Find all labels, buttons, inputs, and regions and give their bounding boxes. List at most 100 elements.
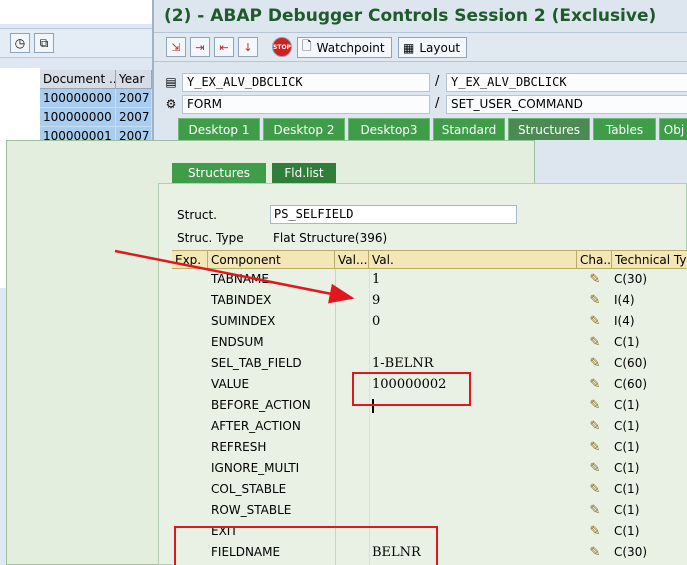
pencil-icon[interactable]: ✎ (587, 461, 603, 477)
technical-type: C(60) (614, 356, 648, 370)
component-name: IGNORE_MULTI (211, 461, 300, 475)
component-name: TABINDEX (211, 293, 272, 307)
document-cell[interactable]: 100000000 (40, 89, 116, 108)
document-icon: 🗋 (302, 39, 312, 53)
alv-grid-header: Document ... Year (40, 70, 152, 89)
include-field[interactable]: Y_EX_ALV_DBCLICK (446, 73, 687, 92)
component-name: VALUE (211, 377, 250, 391)
column-header-year[interactable]: Year (116, 70, 152, 88)
stop-icon[interactable]: STOP (272, 37, 292, 57)
column-header-document[interactable]: Document ... (40, 70, 116, 88)
table-row[interactable]: IGNORE_MULTI ✎ C(1) (172, 458, 687, 479)
table-row[interactable]: REFRESH ✎ C(1) (172, 437, 687, 458)
column-header-change[interactable]: Cha... (577, 251, 612, 269)
clock-icon[interactable]: ◷ (10, 33, 30, 53)
pencil-icon[interactable]: ✎ (587, 356, 603, 372)
window-title: (2) - ABAP Debugger Controls Session 2 (… (164, 6, 657, 26)
fieldname-highlight-box (174, 526, 438, 565)
pencil-icon[interactable]: ✎ (587, 293, 603, 309)
pencil-icon[interactable]: ✎ (587, 503, 603, 519)
subtab-structures[interactable]: Structures (172, 163, 266, 183)
column-header-value[interactable]: Val. (369, 251, 577, 269)
pencil-icon[interactable]: ✎ (587, 272, 603, 288)
technical-type: C(1) (614, 503, 640, 517)
tab-objects[interactable]: Obj (659, 118, 687, 140)
table-row[interactable]: SEL_TAB_FIELD 1-BELNR ✎ C(60) (172, 353, 687, 374)
tab-structures[interactable]: Structures (508, 118, 590, 140)
background-toolbar: ◷ ⧉ (0, 28, 152, 58)
technical-type: C(1) (614, 398, 640, 412)
technical-type: C(30) (614, 545, 648, 559)
document-cell[interactable]: 100000000 (40, 108, 116, 127)
component-name: TABNAME (211, 272, 269, 286)
table-row[interactable]: AFTER_ACTION ✎ C(1) (172, 416, 687, 437)
copy-icon[interactable]: ⧉ (34, 33, 54, 53)
table-row[interactable]: SUMINDEX 0 ✎ I(4) (172, 311, 687, 332)
technical-type: C(1) (614, 440, 640, 454)
continue-icon[interactable]: ↓ (238, 37, 258, 57)
event-icon: ⚙ (165, 97, 177, 111)
table-row[interactable]: TABINDEX 9 ✎ I(4) (172, 290, 687, 311)
event-type-field[interactable]: FORM (182, 95, 430, 114)
background-title-bar (0, 0, 152, 24)
component-name: AFTER_ACTION (211, 419, 301, 433)
component-value[interactable]: 0 (372, 311, 380, 332)
tab-desktop-2[interactable]: Desktop 2 (263, 118, 345, 140)
struct-label: Struct. (177, 208, 217, 222)
tab-tables[interactable]: Tables (593, 118, 656, 140)
tab-desktop-1[interactable]: Desktop 1 (178, 118, 260, 140)
pencil-icon[interactable]: ✎ (587, 377, 603, 393)
component-value[interactable]: 9 (372, 290, 380, 311)
subtab-field-list[interactable]: Fld.list (272, 163, 336, 183)
pencil-icon[interactable]: ✎ (587, 524, 603, 540)
separator: / (435, 96, 440, 111)
pencil-icon[interactable]: ✎ (587, 545, 603, 561)
component-grid-header: Exp. Component Val.... Val. Cha... Techn… (172, 250, 687, 269)
pencil-icon[interactable]: ✎ (587, 419, 603, 435)
component-name: BEFORE_ACTION (211, 398, 311, 412)
technical-type: C(1) (614, 335, 640, 349)
technical-type: C(1) (614, 419, 640, 433)
pencil-icon[interactable]: ✎ (587, 314, 603, 330)
program-icon: ▤ (165, 75, 177, 89)
main-program-field[interactable]: Y_EX_ALV_DBCLICK (182, 73, 430, 92)
table-row[interactable]: 100000000 2007 (40, 108, 152, 128)
component-name: COL_STABLE (211, 482, 287, 496)
table-row[interactable]: TABNAME 1 ✎ C(30) (172, 269, 687, 290)
pencil-icon[interactable]: ✎ (587, 482, 603, 498)
pencil-icon[interactable]: ✎ (587, 440, 603, 456)
layout-button[interactable]: ▦ Layout (398, 37, 468, 58)
struct-type-label: Struc. Type (177, 231, 244, 245)
event-name-field[interactable]: SET_USER_COMMAND (446, 95, 687, 114)
table-row[interactable]: ENDSUM ✎ C(1) (172, 332, 687, 353)
execute-icon[interactable]: ⇥ (190, 37, 210, 57)
separator: / (435, 74, 440, 89)
technical-type: C(60) (614, 377, 648, 391)
return-icon[interactable]: ⇤ (214, 37, 234, 57)
component-name: ROW_STABLE (211, 503, 292, 517)
year-cell[interactable]: 2007 (116, 108, 152, 127)
column-header-value-short[interactable]: Val.... (335, 251, 369, 269)
table-row[interactable]: 100000000 2007 (40, 89, 152, 109)
single-step-icon[interactable]: ⇲ (166, 37, 186, 57)
table-row[interactable]: COL_STABLE ✎ C(1) (172, 479, 687, 500)
table-row[interactable]: ROW_STABLE ✎ C(1) (172, 500, 687, 521)
technical-type: I(4) (614, 293, 635, 307)
component-name: SUMINDEX (211, 314, 276, 328)
column-header-component[interactable]: Component (208, 251, 335, 269)
year-cell[interactable]: 2007 (116, 89, 152, 108)
component-value[interactable]: 1 (372, 269, 380, 290)
watchpoint-button[interactable]: 🗋 Watchpoint (297, 37, 392, 58)
struct-input[interactable]: PS_SELFIELD (270, 205, 517, 224)
column-header-technical-type[interactable]: Technical Type (612, 251, 687, 269)
column-header-expand[interactable]: Exp. (172, 251, 208, 269)
pencil-icon[interactable]: ✎ (587, 335, 603, 351)
technical-type: C(1) (614, 461, 640, 475)
component-value[interactable]: 1-BELNR (372, 353, 434, 374)
watchpoint-label: Watchpoint (316, 40, 385, 55)
tab-standard[interactable]: Standard (433, 118, 505, 140)
tab-desktop-3[interactable]: Desktop3 (348, 118, 430, 140)
layout-label: Layout (419, 40, 461, 55)
pencil-icon[interactable]: ✎ (587, 398, 603, 414)
component-name: SEL_TAB_FIELD (211, 356, 302, 370)
